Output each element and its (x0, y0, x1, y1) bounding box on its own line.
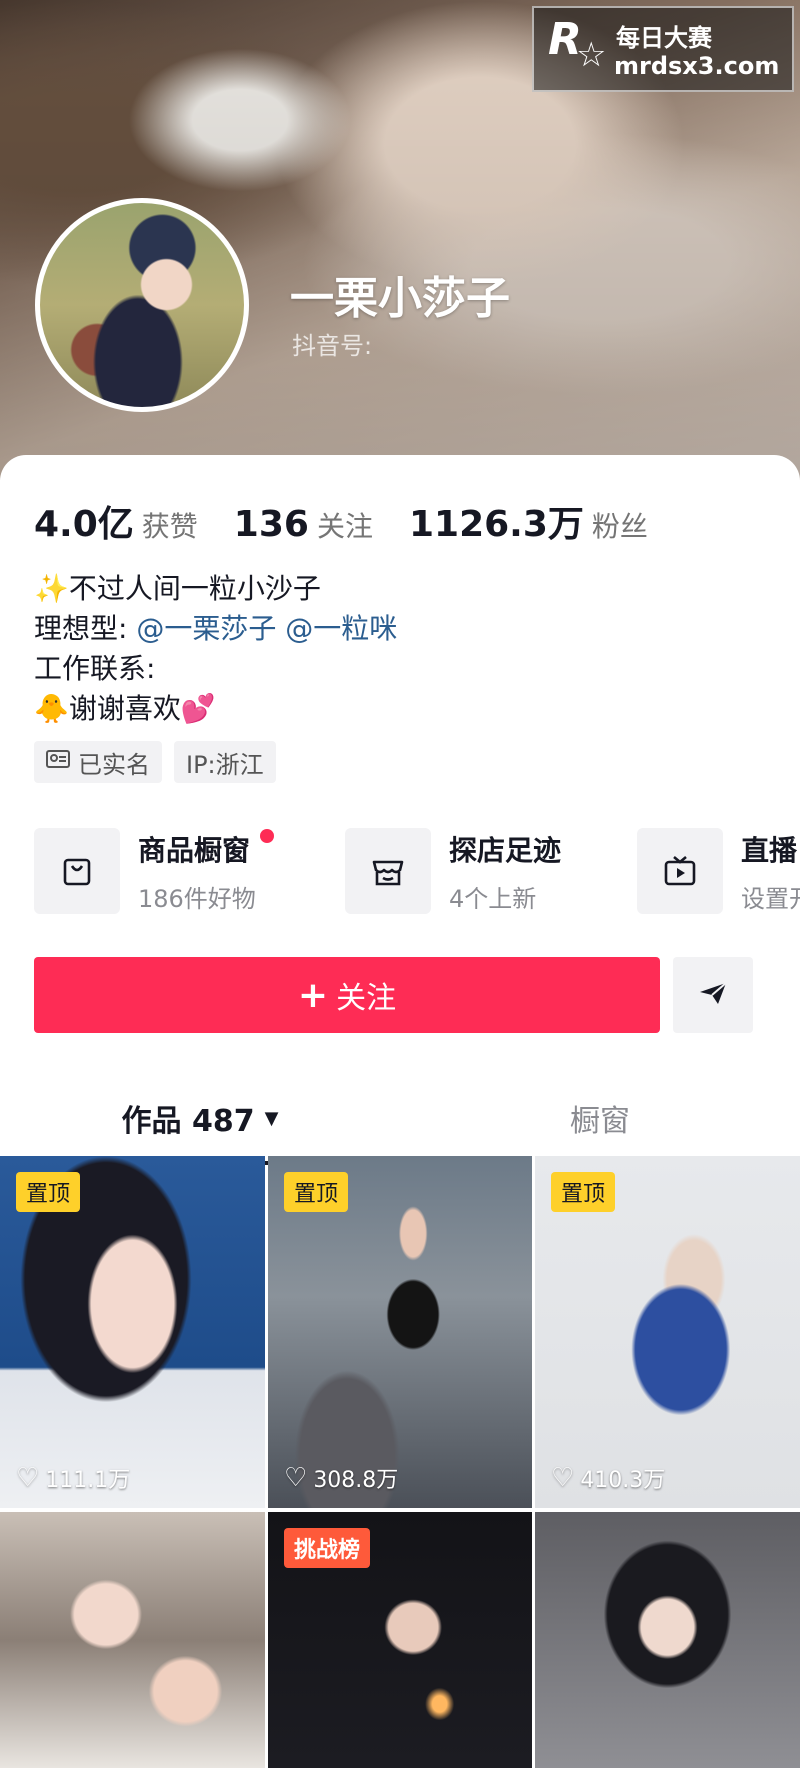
feature-entries: 商品橱窗 186件好物 探店足迹 4个上新 直播 设置开 (34, 827, 800, 915)
likes-label[interactable]: 获赞 (142, 505, 198, 545)
feature-product-window-subtitle: 186件好物 (138, 884, 256, 913)
pinned-badge: 置顶 (551, 1172, 616, 1212)
plus-icon: + (297, 974, 329, 1016)
verified-tag[interactable]: 已实名 (34, 741, 162, 783)
pinned-badge: 置顶 (284, 1172, 349, 1212)
follow-button-label: 关注 (336, 981, 397, 1016)
douyin-id-label[interactable]: 抖音号: (292, 326, 372, 361)
video-thumbnail[interactable]: 置顶 ♡ 410.3万 (535, 1156, 800, 1508)
video-grid: 置顶 ♡ 111.1万 置顶 ♡ 308.8万 置顶 ♡ 410.3万 挑战榜 (0, 1156, 800, 1768)
watermark: R ☆ 每日大赛 mrdsx3.com (532, 6, 794, 92)
profile-header-background: R ☆ 每日大赛 mrdsx3.com 一栗小莎子 抖音号: (0, 0, 800, 480)
mention-link-1[interactable]: @一栗莎子 (136, 612, 276, 645)
avatar[interactable] (35, 198, 249, 412)
tab-showcase[interactable]: 橱窗 (400, 1075, 800, 1161)
follow-button[interactable]: + 关注 (34, 957, 660, 1033)
video-thumbnail[interactable] (535, 1512, 800, 1768)
store-icon (345, 828, 431, 914)
heart-icon: ♡ (16, 1463, 40, 1493)
feature-live-subtitle: 设置开 (741, 884, 800, 913)
stats-row: 4.0亿 获赞 136 关注 1126.3万 粉丝 (34, 495, 684, 545)
watermark-logo: R ☆ (546, 16, 608, 82)
feature-store-visits-subtitle: 4个上新 (449, 884, 537, 913)
bio-line-4: 🐥谢谢喜欢💕 (34, 692, 216, 725)
shopping-bag-icon (34, 828, 120, 914)
bio-ideal-type-label: 理想型: (34, 612, 128, 645)
video-likes-count: 111.1万 (45, 1468, 131, 1493)
video-thumbnail[interactable]: 置顶 ♡ 111.1万 (0, 1156, 265, 1508)
video-likes-count: 308.8万 (313, 1468, 399, 1493)
pinned-badge: 置顶 (16, 1172, 81, 1212)
feature-store-visits-text: 探店足迹 4个上新 (449, 829, 561, 914)
followers-label[interactable]: 粉丝 (592, 505, 648, 545)
verified-tag-label: 已实名 (78, 750, 150, 779)
nickname: 一栗小莎子 (290, 273, 510, 324)
video-likes: ♡ 111.1万 (16, 1462, 130, 1494)
likes-count[interactable]: 4.0亿 (34, 495, 134, 547)
video-thumbnail[interactable]: 置顶 ♡ 308.8万 (268, 1156, 532, 1508)
tab-showcase-label: 橱窗 (570, 1104, 630, 1139)
video-thumbnail[interactable]: 挑战榜 (268, 1512, 532, 1768)
watermark-name: 每日大赛 (616, 24, 712, 52)
feature-product-window-text: 商品橱窗 186件好物 (138, 829, 256, 914)
following-label[interactable]: 关注 (317, 505, 373, 545)
profile-tags: 已实名 IP:浙江 (34, 741, 276, 783)
send-icon (698, 980, 728, 1010)
tv-play-icon (637, 828, 723, 914)
video-likes: ♡ 308.8万 (284, 1462, 398, 1494)
feature-live-title: 直播 (741, 833, 798, 867)
message-button[interactable] (673, 957, 753, 1033)
bio-line-2: 理想型: @一栗莎子 @一粒咪 (34, 609, 397, 649)
video-likes: ♡ 410.3万 (551, 1462, 665, 1494)
bio: ✨不过人间一粒小沙子 理想型: @一栗莎子 @一粒咪 工作联系: 🐥谢谢喜欢💕 (34, 569, 397, 729)
tab-works-label: 作品 487 (121, 1104, 255, 1139)
heart-icon: ♡ (284, 1463, 308, 1493)
feature-store-visits[interactable]: 探店足迹 4个上新 (345, 827, 561, 915)
content-tabs: 作品 487 ▼ 橱窗 (0, 1075, 800, 1165)
bio-line-1: ✨不过人间一粒小沙子 (34, 572, 321, 605)
heart-icon: ♡ (551, 1463, 575, 1493)
ip-location-label: IP:浙江 (186, 750, 264, 779)
feature-product-window[interactable]: 商品橱窗 186件好物 (34, 827, 274, 915)
feature-live-text: 直播 设置开 (741, 829, 800, 914)
caret-down-icon: ▼ (264, 1107, 279, 1129)
video-thumbnail[interactable] (0, 1512, 265, 1768)
mention-link-2[interactable]: @一粒咪 (285, 612, 397, 645)
notification-dot (260, 829, 274, 843)
feature-product-window-title: 商品橱窗 (138, 833, 251, 867)
followers-count[interactable]: 1126.3万 (409, 495, 584, 547)
feature-store-visits-title: 探店足迹 (449, 833, 562, 867)
tab-works[interactable]: 作品 487 ▼ (0, 1075, 400, 1161)
challenge-badge: 挑战榜 (284, 1528, 371, 1568)
video-likes-count: 410.3万 (580, 1468, 666, 1493)
id-card-icon (46, 749, 70, 775)
bio-line-3: 工作联系: (34, 652, 156, 685)
ip-location-tag: IP:浙江 (174, 741, 276, 783)
following-count[interactable]: 136 (234, 504, 309, 545)
watermark-url: mrdsx3.com (614, 52, 780, 80)
star-icon: ☆ (576, 35, 607, 75)
feature-live[interactable]: 直播 设置开 (637, 827, 800, 915)
